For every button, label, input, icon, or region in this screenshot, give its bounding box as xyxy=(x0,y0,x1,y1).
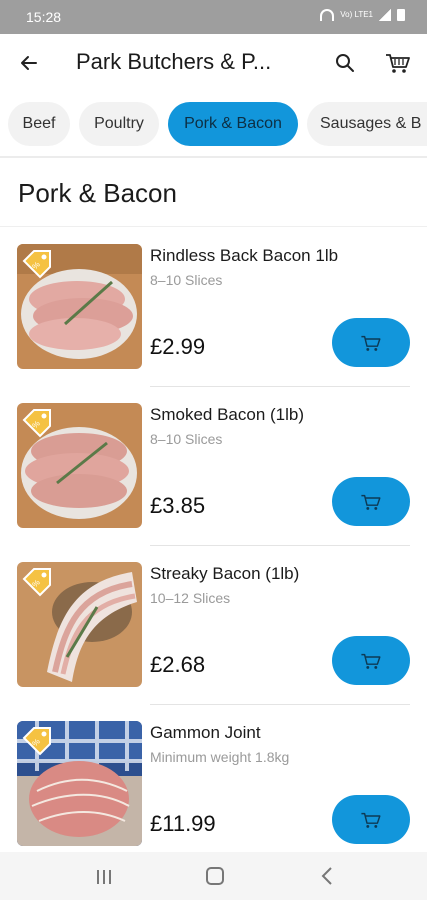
add-to-cart-button[interactable] xyxy=(332,795,410,844)
product-image: % xyxy=(17,721,142,846)
app-bar: Park Butchers & P... xyxy=(0,34,427,92)
home-icon[interactable] xyxy=(206,867,224,885)
product-description: 8–10 Slices xyxy=(150,272,223,288)
discount-tag-icon: % xyxy=(22,568,51,597)
signal-icon xyxy=(379,9,391,21)
page-title: Park Butchers & P... xyxy=(76,49,272,74)
tab-poultry[interactable]: Poultry xyxy=(79,102,159,146)
category-tabs: Beef Poultry Pork & Bacon Sausages & B xyxy=(0,92,427,158)
system-back-icon[interactable] xyxy=(320,866,334,886)
discount-tag-icon: % xyxy=(22,409,51,438)
divider xyxy=(150,386,410,387)
status-bar: 15:28 Vo) LTE1 xyxy=(0,0,427,34)
product-description: 10–12 Slices xyxy=(150,590,231,606)
battery-icon xyxy=(397,9,405,21)
product-price: £3.85 xyxy=(150,493,206,518)
product-name: Streaky Bacon (1lb) xyxy=(150,564,300,583)
add-to-cart-button[interactable] xyxy=(332,477,410,526)
product-price: £2.99 xyxy=(150,334,206,359)
add-to-cart-button[interactable] xyxy=(332,318,410,367)
cart-icon xyxy=(361,494,381,510)
cart-icon[interactable] xyxy=(383,48,413,78)
search-icon[interactable] xyxy=(330,48,360,78)
back-arrow-icon[interactable] xyxy=(14,48,44,78)
product-name: Gammon Joint xyxy=(150,723,261,742)
divider xyxy=(150,704,410,705)
product-name: Smoked Bacon (1lb) xyxy=(150,405,305,424)
product-image: % xyxy=(17,244,142,369)
cart-icon xyxy=(361,653,381,669)
product-card[interactable]: % Streaky Bacon (1lb) 10–12 Slices £2.68 xyxy=(0,562,427,720)
product-price: £2.68 xyxy=(150,652,206,677)
product-image: % xyxy=(17,403,142,528)
divider xyxy=(0,226,427,227)
product-image: % xyxy=(17,562,142,687)
wifi-icon xyxy=(320,9,335,21)
divider xyxy=(150,545,410,546)
cart-icon xyxy=(361,812,381,828)
tab-sausages[interactable]: Sausages & B xyxy=(307,102,427,146)
recent-apps-icon[interactable] xyxy=(95,868,113,886)
status-time: 15:28 xyxy=(26,9,62,25)
add-to-cart-button[interactable] xyxy=(332,636,410,685)
tab-beef[interactable]: Beef xyxy=(8,102,70,146)
cart-icon xyxy=(361,335,381,351)
tab-pork-and-bacon[interactable]: Pork & Bacon xyxy=(168,102,298,146)
product-description: Minimum weight 1.8kg xyxy=(150,749,290,765)
system-nav-bar xyxy=(0,852,427,900)
product-card[interactable]: % Rindless Back Bacon 1lb 8–10 Slices £2… xyxy=(0,244,427,402)
section-title: Pork & Bacon xyxy=(18,178,177,208)
discount-tag-icon: % xyxy=(22,727,51,756)
discount-tag-icon: % xyxy=(22,250,51,279)
product-description: 8–10 Slices xyxy=(150,431,223,447)
volte-icon: Vo) LTE1 xyxy=(340,10,373,19)
status-icons: Vo) LTE1 xyxy=(320,9,405,21)
product-card[interactable]: % Smoked Bacon (1lb) 8–10 Slices £3.85 xyxy=(0,403,427,561)
product-name: Rindless Back Bacon 1lb xyxy=(150,246,339,265)
product-price: £11.99 xyxy=(150,811,216,836)
